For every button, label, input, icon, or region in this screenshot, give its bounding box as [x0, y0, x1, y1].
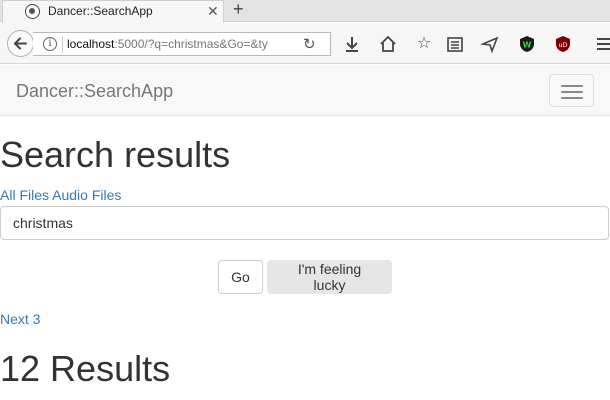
feeling-lucky-button[interactable]: I'm feeling lucky — [267, 260, 392, 294]
results-count-heading: 12 Results — [0, 348, 171, 389]
page-title: Search results — [0, 134, 231, 175]
hamburger-icon — [561, 91, 583, 93]
browser-tab-bar: Dancer::SearchApp ✕ + — [0, 0, 610, 23]
close-tab-icon[interactable]: ✕ — [207, 2, 219, 20]
next-page-link[interactable]: Next 3 — [0, 311, 40, 327]
filter-links: All Files Audio Files — [0, 187, 121, 203]
site-info-icon[interactable]: i — [43, 37, 57, 51]
bookmark-star-icon[interactable]: ☆ — [414, 34, 434, 54]
reading-list-icon[interactable] — [445, 34, 465, 54]
filter-audio-files-link[interactable]: Audio Files — [52, 187, 121, 203]
menu-icon[interactable] — [594, 34, 610, 54]
filter-all-files-link[interactable]: All Files — [0, 187, 49, 203]
reload-icon[interactable]: ↻ — [303, 35, 316, 53]
hamburger-icon — [561, 97, 583, 99]
favicon-icon — [25, 4, 40, 19]
svg-text:W: W — [523, 41, 532, 50]
url-bar[interactable]: i localhost:5000/?q=christmas&Go=&ty ↻ — [33, 32, 331, 56]
back-button[interactable] — [7, 30, 34, 57]
download-icon[interactable] — [342, 34, 362, 54]
url-host: localhost — [67, 37, 115, 51]
brand-link[interactable]: Dancer::SearchApp — [16, 81, 173, 102]
svg-text:uD: uD — [558, 41, 567, 49]
app-navbar: Dancer::SearchApp — [0, 65, 610, 116]
home-icon[interactable] — [378, 34, 398, 54]
ublock-icon[interactable]: uD — [553, 34, 573, 54]
new-tab-icon[interactable]: + — [233, 0, 244, 19]
tab-title: Dancer::SearchApp — [48, 4, 153, 18]
url-divider — [62, 36, 63, 53]
send-icon[interactable] — [480, 34, 500, 54]
go-button[interactable]: Go — [218, 260, 263, 294]
hamburger-icon — [561, 85, 583, 87]
search-input[interactable] — [0, 206, 609, 240]
w-shield-extension-icon[interactable]: W — [517, 34, 537, 54]
back-arrow-icon — [14, 37, 27, 50]
browser-toolbar: i localhost:5000/?q=christmas&Go=&ty ↻ ☆… — [0, 23, 610, 64]
url-path: :5000/?q=christmas&Go=&ty — [114, 37, 268, 51]
browser-tab[interactable]: Dancer::SearchApp ✕ — [2, 0, 224, 23]
navbar-toggle-button[interactable] — [549, 74, 594, 107]
url-text[interactable]: localhost:5000/?q=christmas&Go=&ty — [67, 37, 297, 51]
